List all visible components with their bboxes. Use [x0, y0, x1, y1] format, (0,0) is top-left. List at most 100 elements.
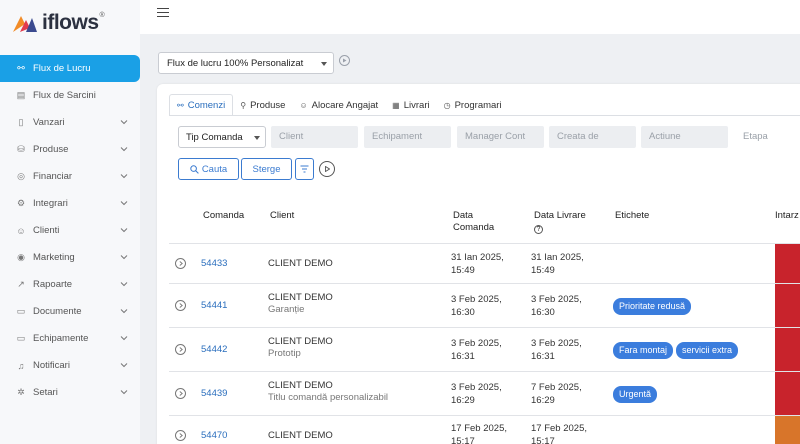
chevron-down-icon[interactable] — [120, 226, 128, 234]
sidebar-item-produse[interactable]: ⛁ Produse — [0, 136, 140, 163]
expand-row-icon[interactable] — [175, 258, 186, 269]
col-delay[interactable]: Intarz — [775, 210, 799, 222]
brand-name: iflows — [42, 11, 99, 34]
caret-down-icon — [321, 62, 327, 66]
equipment-filter[interactable]: Echipament — [364, 126, 451, 148]
reports-icon: ↗ — [17, 279, 25, 289]
products-icon: ⚲ — [240, 100, 247, 110]
table-header: Comanda Client Data Comanda Data Livrare… — [169, 204, 800, 244]
account-manager-filter[interactable]: Manager Cont — [457, 126, 544, 148]
order-type-select[interactable]: Tip Comanda — [178, 126, 266, 148]
sidebar-item-flux-de-lucru[interactable]: ⚯ Flux de Lucru — [0, 55, 140, 82]
delivery-date: 17 Feb 2025, 15:17 — [531, 423, 587, 444]
filter-icon — [300, 165, 309, 173]
sidebar-item-label: Rapoarte — [33, 279, 73, 290]
tab-programari[interactable]: ◷ Programari — [437, 94, 509, 116]
table-row[interactable]: 54442 CLIENT DEMO Prototip 3 Feb 2025, 1… — [169, 328, 800, 372]
chevron-down-icon[interactable] — [120, 145, 128, 153]
tab-label: Comenzi — [187, 99, 226, 111]
order-number-link[interactable]: 54433 — [201, 257, 227, 270]
search-button[interactable]: Cauta — [178, 158, 239, 180]
created-by-filter[interactable]: Creata de — [549, 126, 636, 148]
sidebar-item-financiar[interactable]: ◎ Financiar — [0, 163, 140, 190]
order-date: 31 Ian 2025, 15:49 — [451, 252, 504, 276]
chevron-down-icon[interactable] — [120, 253, 128, 261]
registered-mark: ® — [99, 11, 105, 19]
order-date: 17 Feb 2025, 15:17 — [451, 423, 507, 444]
chevron-down-icon[interactable] — [120, 307, 128, 315]
menu-icon[interactable] — [157, 8, 169, 18]
chevron-down-icon[interactable] — [120, 199, 128, 207]
sidebar-item-setari[interactable]: ✲ Setari — [0, 379, 140, 406]
play-icon[interactable] — [339, 55, 350, 66]
sidebar-item-label: Clienti — [33, 225, 60, 236]
sidebar-item-vanzari[interactable]: ▯ Vanzari — [0, 109, 140, 136]
col-order[interactable]: Comanda — [203, 210, 244, 222]
sidebar-item-notificari[interactable]: ♫ Notificari — [0, 352, 140, 379]
chevron-down-icon[interactable] — [120, 172, 128, 180]
chevron-down-icon[interactable] — [120, 118, 128, 126]
filter-button[interactable] — [295, 158, 314, 180]
expand-row-icon[interactable] — [175, 344, 186, 355]
tag-badge[interactable]: servicii extra — [676, 342, 739, 359]
client-filter[interactable]: Client — [271, 126, 358, 148]
table-row[interactable]: 54441 CLIENT DEMO Garanție 3 Feb 2025, 1… — [169, 284, 800, 328]
search-icon — [190, 164, 199, 174]
orders-card: ⚯ Comenzi ⚲ Produse ☺ Alocare Angajat ▦ … — [157, 84, 800, 444]
order-subtitle: Titlu comandă personalizabil — [268, 392, 389, 403]
sidebar-item-clienti[interactable]: ☺ Clienti — [0, 217, 140, 244]
clock-icon: ◷ — [443, 100, 451, 110]
tab-label: Programari — [454, 99, 502, 111]
help-icon[interactable]: ? — [534, 225, 543, 234]
expand-row-icon[interactable] — [175, 430, 186, 441]
sidebar-item-marketing[interactable]: ◉ Marketing — [0, 244, 140, 271]
col-delivery-date[interactable]: Data Livrare ? — [534, 210, 586, 234]
tag-badge[interactable]: Fara montaj — [613, 342, 674, 359]
order-number-link[interactable]: 54441 — [201, 299, 227, 312]
iflows-logo-icon — [13, 16, 37, 32]
tags-cell: Prioritate redusă — [613, 298, 694, 315]
tabs: ⚯ Comenzi ⚲ Produse ☺ Alocare Angajat ▦ … — [169, 94, 509, 116]
tag-badge[interactable]: Urgentă — [613, 386, 658, 403]
search-button-label: Cauta — [201, 163, 228, 175]
table-row[interactable]: 54433 CLIENT DEMO 31 Ian 2025, 15:49 31 … — [169, 244, 800, 284]
table-row[interactable]: 54470 CLIENT DEMO 17 Feb 2025, 15:17 17 … — [169, 416, 800, 444]
sidebar-item-documente[interactable]: ▭ Documente — [0, 298, 140, 325]
tab-comenzi[interactable]: ⚯ Comenzi — [169, 94, 234, 116]
expand-row-icon[interactable] — [175, 388, 186, 399]
workflow-icon: ⚯ — [17, 63, 25, 73]
col-order-date[interactable]: Data Comanda — [453, 210, 503, 234]
caret-down-icon — [254, 136, 260, 140]
col-tags[interactable]: Etichete — [615, 210, 649, 222]
workflow-select[interactable]: Flux de lucru 100% Personalizat — [158, 52, 334, 74]
col-client[interactable]: Client — [270, 210, 294, 222]
tab-label: Produse — [250, 99, 286, 111]
table-row[interactable]: 54439 CLIENT DEMO Titlu comandă personal… — [169, 372, 800, 416]
order-number-link[interactable]: 54442 — [201, 343, 227, 356]
tags-cell: Urgentă — [613, 386, 660, 403]
chevron-down-icon[interactable] — [120, 361, 128, 369]
sidebar-item-rapoarte[interactable]: ↗ Rapoarte — [0, 271, 140, 298]
marketing-icon: ◉ — [17, 252, 25, 262]
sidebar-item-integrari[interactable]: ⚙ Integrari — [0, 190, 140, 217]
stage-filter[interactable]: Etapa — [743, 131, 768, 142]
chevron-down-icon[interactable] — [120, 388, 128, 396]
brand-logo[interactable]: iflows ® — [12, 10, 105, 36]
play-button[interactable] — [319, 161, 335, 177]
sidebar-item-echipamente[interactable]: ▭ Echipamente — [0, 325, 140, 352]
tab-produse[interactable]: ⚲ Produse — [233, 94, 292, 116]
chevron-down-icon[interactable] — [120, 280, 128, 288]
chevron-down-icon[interactable] — [120, 334, 128, 342]
expand-row-icon[interactable] — [175, 300, 186, 311]
sidebar-item-flux-de-sarcini[interactable]: ▤ Flux de Sarcini — [0, 82, 140, 109]
delivery-date: 7 Feb 2025, 16:29 — [531, 382, 582, 406]
tag-badge[interactable]: Prioritate redusă — [613, 298, 692, 315]
order-number-link[interactable]: 54439 — [201, 387, 227, 400]
order-number-link[interactable]: 54470 — [201, 429, 227, 442]
tab-alocare-angajat[interactable]: ☺ Alocare Angajat — [292, 94, 385, 116]
tags-cell: Fara montaj servicii extra — [613, 342, 741, 359]
action-filter[interactable]: Actiune — [641, 126, 728, 148]
clear-button[interactable]: Sterge — [241, 158, 292, 180]
order-subtitle: Prototip — [268, 348, 301, 359]
tab-livrari[interactable]: ▦ Livrari — [385, 94, 436, 116]
